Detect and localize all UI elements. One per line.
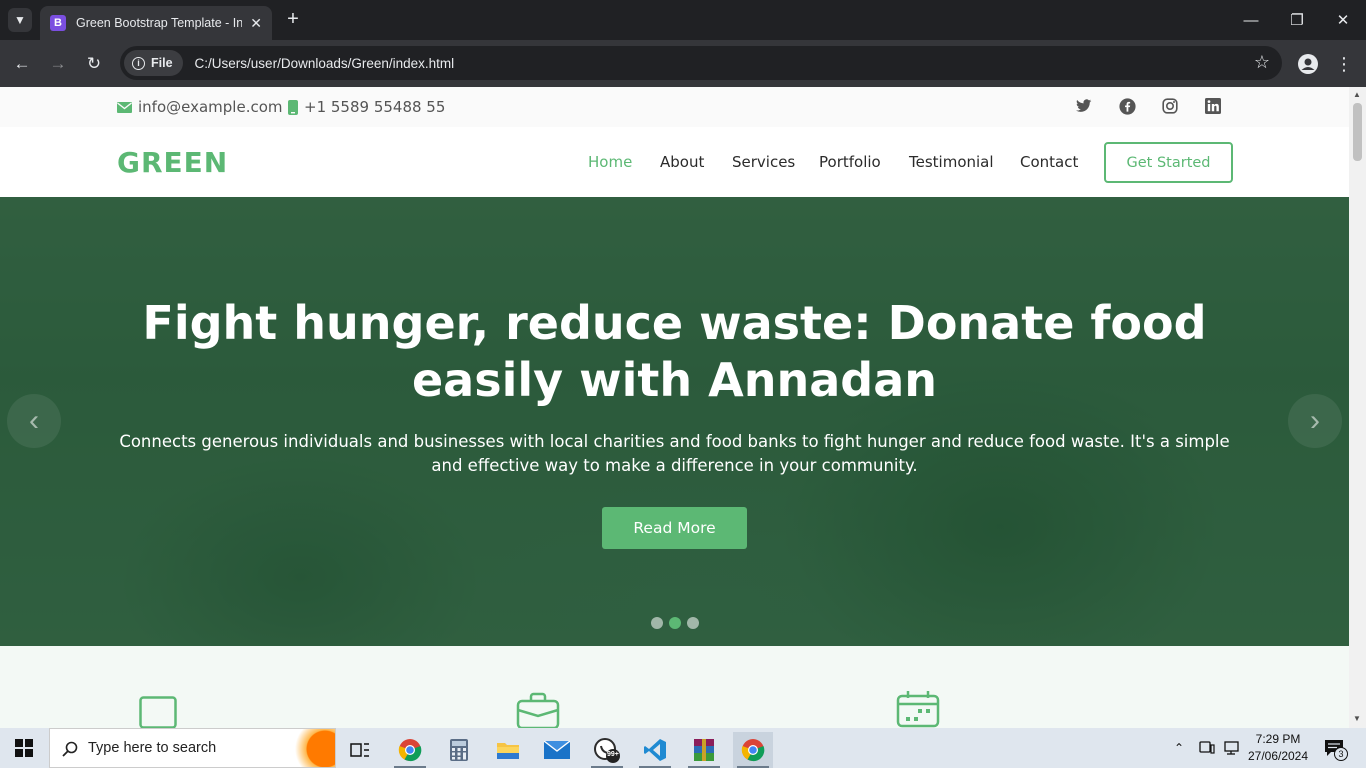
new-tab-button[interactable]: + <box>282 8 304 30</box>
start-button[interactable] <box>0 728 48 768</box>
get-started-button[interactable]: Get Started <box>1104 142 1233 183</box>
nav-portfolio[interactable]: Portfolio <box>819 153 881 171</box>
features-section <box>0 646 1349 728</box>
twitter-icon[interactable] <box>1075 97 1093 115</box>
email-text: info@example.com <box>138 98 283 116</box>
carousel-indicator-1[interactable] <box>651 617 663 629</box>
search-placeholder: Type here to search <box>88 740 217 756</box>
carousel-indicator-3[interactable] <box>687 617 699 629</box>
close-tab-icon[interactable]: ✕ <box>250 15 262 32</box>
windows-logo-icon <box>15 739 33 757</box>
file-explorer-icon[interactable] <box>488 732 528 768</box>
linkedin-icon[interactable] <box>1204 97 1222 115</box>
phone-icon <box>288 99 298 115</box>
nav-testimonial[interactable]: Testimonial <box>909 153 994 171</box>
calendar-icon <box>896 691 940 728</box>
bootstrap-favicon-icon: B <box>50 15 66 31</box>
scroll-thumb[interactable] <box>1353 103 1362 161</box>
whatsapp-icon[interactable]: 99+ <box>587 732 627 768</box>
scroll-up-arrow-icon[interactable]: ▲ <box>1353 90 1361 99</box>
nav-services[interactable]: Services <box>732 153 795 171</box>
menu-kebab-icon[interactable]: ⋮ <box>1332 52 1356 76</box>
carousel-next-chevron-icon[interactable]: › <box>1288 394 1342 448</box>
bookmark-star-icon[interactable]: ☆ <box>1254 52 1270 73</box>
taskbar-search-box[interactable]: Type here to search <box>49 728 336 768</box>
page-viewport: info@example.com +1 5589 55488 55 GREEN … <box>0 87 1349 728</box>
read-more-button[interactable]: Read More <box>602 507 747 549</box>
laptop-icon <box>139 696 177 728</box>
forward-button[interactable]: → <box>46 52 70 76</box>
info-icon: i <box>132 56 145 70</box>
email-contact[interactable]: info@example.com <box>117 98 283 116</box>
show-hidden-icons-chevron-icon[interactable]: ⌃ <box>1174 728 1184 768</box>
vscode-icon[interactable] <box>635 732 675 768</box>
carousel-prev-chevron-icon[interactable]: ‹ <box>7 394 61 448</box>
close-window-button[interactable]: ✕ <box>1331 8 1355 32</box>
notification-count-badge: 3 <box>1334 747 1348 761</box>
site-info-chip[interactable]: i File <box>124 50 183 76</box>
calculator-icon[interactable] <box>439 732 479 768</box>
hero-description: Connects generous individuals and busine… <box>119 432 1230 475</box>
mail-icon[interactable] <box>537 732 577 768</box>
reload-button[interactable]: ↻ <box>82 52 106 76</box>
phone-text: +1 5589 55488 55 <box>304 98 446 116</box>
restore-button[interactable]: ❐ <box>1285 8 1309 32</box>
notifications-icon[interactable]: 3 <box>1324 728 1348 768</box>
site-info-label: File <box>151 56 173 70</box>
winrar-icon[interactable] <box>684 732 724 768</box>
contact-topbar: info@example.com +1 5589 55488 55 <box>0 87 1349 127</box>
tab-title: Green Bootstrap Template - Index <box>76 16 243 30</box>
browser-tab-bar: ▼ B Green Bootstrap Template - Index ✕ +… <box>0 0 1366 40</box>
url-text[interactable]: C:/Users/user/Downloads/Green/index.html <box>195 56 455 71</box>
instagram-icon[interactable] <box>1161 97 1179 115</box>
hero-overlay <box>0 197 1349 646</box>
hero-title: Fight hunger, reduce waste: Donate food … <box>142 296 1207 407</box>
back-button[interactable]: ← <box>10 52 34 76</box>
address-bar[interactable]: i File C:/Users/user/Downloads/Green/ind… <box>120 46 1282 80</box>
search-highlight-image <box>265 729 335 767</box>
system-clock[interactable]: 7:29 PM 27/06/2024 <box>1238 731 1318 765</box>
chrome-active-taskbar-icon[interactable] <box>733 732 773 768</box>
nav-contact[interactable]: Contact <box>1020 153 1078 171</box>
site-header: GREEN Home About Services Portfolio Test… <box>0 127 1349 197</box>
facebook-icon[interactable] <box>1118 97 1136 115</box>
windows-taskbar: Type here to search 99+ ⌃ 7:29 PM 27/06/… <box>0 728 1366 768</box>
search-icon <box>62 741 78 757</box>
device-icon[interactable] <box>1199 728 1215 768</box>
tab-search-button[interactable]: ▼ <box>8 8 32 32</box>
profile-icon[interactable] <box>1296 52 1320 76</box>
phone-contact[interactable]: +1 5589 55488 55 <box>288 98 445 116</box>
site-logo[interactable]: GREEN <box>117 146 228 179</box>
page-scrollbar[interactable]: ▲ ▼ <box>1349 87 1366 728</box>
browser-toolbar: ← → ↻ i File C:/Users/user/Downloads/Gre… <box>0 40 1366 87</box>
clock-time: 7:29 PM <box>1255 732 1301 746</box>
minimize-button[interactable]: — <box>1239 8 1263 32</box>
carousel-indicator-2[interactable] <box>669 617 681 629</box>
clock-date: 27/06/2024 <box>1247 749 1309 763</box>
nav-about[interactable]: About <box>660 153 704 171</box>
briefcase-icon <box>516 692 560 728</box>
browser-tab[interactable]: B Green Bootstrap Template - Index ✕ <box>40 6 272 40</box>
hero-carousel: Fight hunger, reduce waste: Donate food … <box>0 197 1349 646</box>
whatsapp-badge: 99+ <box>607 751 619 758</box>
scroll-down-arrow-icon[interactable]: ▼ <box>1353 714 1361 723</box>
chrome-taskbar-icon[interactable] <box>390 732 430 768</box>
envelope-icon <box>117 101 132 113</box>
task-view-icon[interactable] <box>340 732 380 768</box>
nav-home[interactable]: Home <box>588 153 632 171</box>
